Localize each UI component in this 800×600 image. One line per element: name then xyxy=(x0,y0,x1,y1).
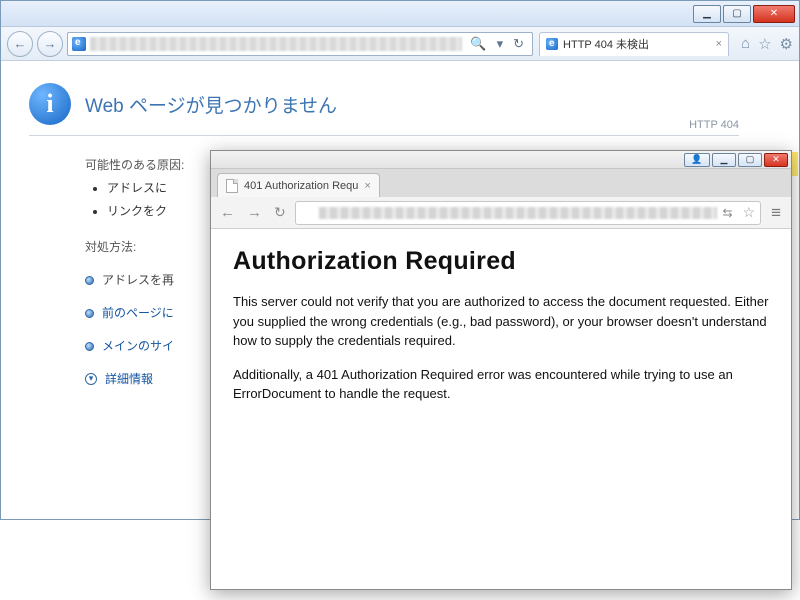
chrome-back-button[interactable]: ← xyxy=(217,204,238,221)
chrome-titlebar: 👤 ▁ ▢ ✕ xyxy=(211,151,791,169)
ie-error-header: i Web ページが見つかりません HTTP 404 xyxy=(29,83,739,136)
chrome-maximize-button[interactable]: ▢ xyxy=(738,153,762,167)
translate-icon[interactable]: ⇆ xyxy=(723,206,737,220)
chrome-close-button[interactable]: ✕ xyxy=(764,153,788,167)
ie-close-button[interactable]: ✕ xyxy=(753,5,795,23)
chrome-url-text xyxy=(319,207,717,219)
chrome-toolbar: ← → ↻ ⇆ ☆ ≡ xyxy=(211,197,791,229)
chrome-tab-active[interactable]: 401 Authorization Requ × xyxy=(217,173,380,197)
ie-address-bar[interactable]: 🔍 ▾ ↻ xyxy=(67,32,533,56)
ie-search-icon[interactable]: 🔍 xyxy=(466,36,490,52)
ie-refresh-icon[interactable]: ↻ xyxy=(509,36,528,52)
ie-action-link[interactable]: 前のページに xyxy=(102,302,174,325)
ie-maximize-button[interactable]: ▢ xyxy=(723,5,751,23)
ie-home-icon[interactable]: ⌂ xyxy=(741,35,750,53)
ie-toolbar: ← → 🔍 ▾ ↻ HTTP 404 未検出 × ⌂ ☆ ⚙ xyxy=(1,27,799,61)
info-icon: i xyxy=(29,83,71,125)
bullet-icon xyxy=(85,309,94,318)
ie-titlebar: ▁ ▢ ✕ xyxy=(1,1,799,27)
chrome-error-page: Authorization Required This server could… xyxy=(211,229,791,589)
ie-url-dropdown-icon[interactable]: ▾ xyxy=(493,36,508,52)
ie-action-link[interactable]: メインのサイ xyxy=(102,335,174,358)
chrome-reload-button[interactable]: ↻ xyxy=(271,204,289,221)
document-icon xyxy=(226,179,238,193)
ie-tab-active[interactable]: HTTP 404 未検出 × xyxy=(539,32,729,56)
chrome-error-para2: Additionally, a 401 Authorization Requir… xyxy=(233,365,769,404)
ie-action-link[interactable]: 詳細情報 xyxy=(105,368,153,391)
ie-tab-close-icon[interactable]: × xyxy=(716,38,722,50)
ie-logo-icon xyxy=(72,37,86,51)
chrome-tab-title: 401 Authorization Requ xyxy=(244,180,358,192)
ie-error-title: Web ページが見つかりません xyxy=(85,83,337,118)
chrome-window: 👤 ▁ ▢ ✕ 401 Authorization Requ × ← → ↻ ⇆… xyxy=(210,150,792,590)
chrome-tab-close-icon[interactable]: × xyxy=(364,180,370,192)
document-icon xyxy=(301,206,313,220)
chrome-tabstrip: 401 Authorization Requ × xyxy=(211,169,791,197)
ie-url-text xyxy=(90,37,462,51)
ie-tabstrip: HTTP 404 未検出 × xyxy=(539,32,729,56)
bullet-icon xyxy=(85,276,94,285)
ie-tab-title: HTTP 404 未検出 xyxy=(563,36,649,52)
ie-back-button[interactable]: ← xyxy=(7,31,33,57)
chevron-down-icon: ▾ xyxy=(85,373,97,385)
ie-forward-button[interactable]: → xyxy=(37,31,63,57)
ie-tools-icon[interactable]: ⚙ xyxy=(780,35,793,53)
chrome-menu-icon[interactable]: ≡ xyxy=(767,203,785,223)
bullet-icon xyxy=(85,342,94,351)
chrome-minimize-button[interactable]: ▁ xyxy=(712,153,736,167)
chrome-error-para1: This server could not verify that you ar… xyxy=(233,292,769,351)
chrome-address-bar[interactable]: ⇆ ☆ xyxy=(295,201,761,225)
bookmark-star-icon[interactable]: ☆ xyxy=(743,204,756,221)
chrome-user-button[interactable]: 👤 xyxy=(684,153,710,167)
ie-minimize-button[interactable]: ▁ xyxy=(693,5,721,23)
ie-action-label: アドレスを再 xyxy=(102,269,174,292)
ie-tab-favicon-icon xyxy=(546,38,558,50)
ie-command-icons: ⌂ ☆ ⚙ xyxy=(733,35,793,53)
chrome-forward-button[interactable]: → xyxy=(244,204,265,221)
ie-favorites-icon[interactable]: ☆ xyxy=(758,35,771,53)
chrome-error-title: Authorization Required xyxy=(233,247,769,276)
ie-http-code: HTTP 404 xyxy=(689,119,739,131)
